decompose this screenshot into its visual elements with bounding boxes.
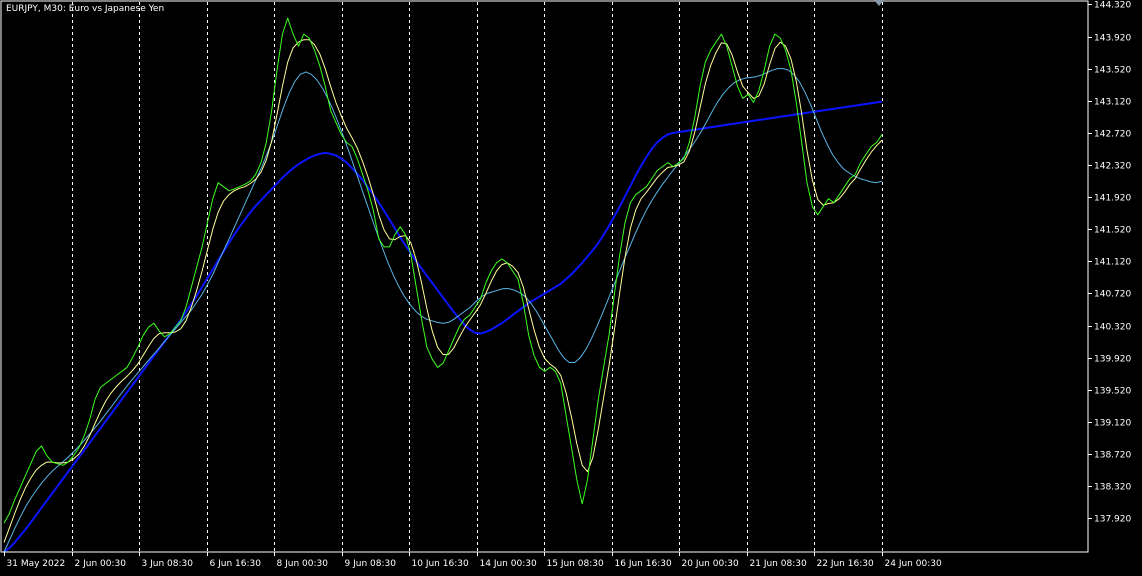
y-tick-label: 144.320 <box>1094 1 1131 11</box>
y-tick-label: 138.320 <box>1094 483 1131 493</box>
x-tick-label: 15 Jun 08:30 <box>547 559 604 569</box>
x-tick-label: 22 Jun 16:30 <box>817 559 874 569</box>
chart-title: EURJPY, M30: Euro vs Japanese Yen <box>6 4 164 14</box>
y-tick-label: 141.120 <box>1094 258 1131 268</box>
chart-background <box>0 0 1142 572</box>
y-tick-label: 143.520 <box>1094 66 1131 76</box>
x-tick-label: 16 Jun 16:30 <box>615 559 672 569</box>
x-tick-label: 9 Jun 08:30 <box>345 559 397 569</box>
x-tick-label: 2 Jun 00:30 <box>75 559 127 569</box>
x-tick-label: 20 Jun 00:30 <box>682 559 739 569</box>
x-tick-label: 6 Jun 16:30 <box>210 559 262 569</box>
x-tick-label: 8 Jun 00:30 <box>277 559 329 569</box>
x-tick-label: 21 Jun 08:30 <box>750 559 807 569</box>
y-tick-label: 140.720 <box>1094 290 1131 300</box>
y-tick-label: 137.920 <box>1094 515 1131 525</box>
y-tick-label: 140.320 <box>1094 323 1131 333</box>
x-tick-label: 24 Jun 00:30 <box>885 559 942 569</box>
y-tick-label: 141.920 <box>1094 194 1131 204</box>
chart-window: 144.320 143.920 143.520 143.120 142.720 142.3… <box>0 0 1142 572</box>
y-tick-label: 139.920 <box>1094 355 1131 365</box>
x-tick-label: 14 Jun 00:30 <box>480 559 537 569</box>
y-tick-label: 141.520 <box>1094 226 1131 236</box>
y-tick-label: 142.720 <box>1094 130 1131 140</box>
y-tick-label: 139.520 <box>1094 387 1131 397</box>
price-chart[interactable]: 144.320 143.920 143.520 143.120 142.720 142.3… <box>0 0 1142 572</box>
x-tick-label: 3 Jun 08:30 <box>142 559 194 569</box>
x-tick-label: 10 Jun 16:30 <box>412 559 469 569</box>
y-tick-label: 143.120 <box>1094 98 1131 108</box>
y-tick-label: 143.920 <box>1094 34 1131 44</box>
y-tick-label: 139.120 <box>1094 419 1131 429</box>
x-tick-label: 31 May 2022 <box>7 559 66 569</box>
y-tick-label: 142.320 <box>1094 162 1131 172</box>
y-tick-label: 138.720 <box>1094 451 1131 461</box>
